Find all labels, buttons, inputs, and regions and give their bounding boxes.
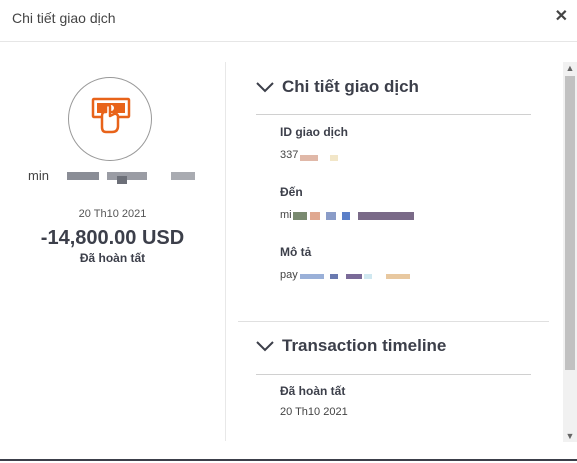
- timeline-status: Đã hoàn tất: [280, 384, 346, 398]
- dialog-header: Chi tiết giao dịch ✕: [0, 0, 577, 42]
- section-separator: [238, 321, 549, 322]
- account-name: min: [28, 168, 49, 183]
- description-label: Mô tả: [280, 245, 312, 259]
- bottom-border: [0, 459, 577, 461]
- scrollbar[interactable]: ▲ ▼: [563, 62, 577, 442]
- recipient-value: mi: [280, 209, 292, 221]
- cash-payment-icon: [91, 97, 131, 134]
- panel-divider: [225, 62, 226, 441]
- timeline-date: 20 Th10 2021: [280, 406, 348, 418]
- details-panel: Chi tiết giao dịch ID giao dịch 337 Đến …: [238, 42, 560, 442]
- transaction-date: 20 Th10 2021: [78, 208, 147, 220]
- scroll-down-icon[interactable]: ▼: [563, 430, 577, 442]
- close-icon[interactable]: ✕: [555, 9, 568, 25]
- section-header-timeline[interactable]: Transaction timeline: [238, 332, 538, 362]
- transaction-summary: min 20 Th10 2021 -14,800.00 USD Đã hoàn …: [0, 42, 225, 442]
- recipient-label: Đến: [280, 185, 303, 199]
- section-divider: [256, 374, 531, 375]
- section-divider: [256, 114, 531, 115]
- transaction-amount: -14,800.00 USD: [40, 227, 185, 249]
- section-header-details[interactable]: Chi tiết giao dịch: [238, 73, 538, 103]
- chevron-down-icon: [256, 341, 274, 352]
- dialog-title: Chi tiết giao dịch: [12, 10, 116, 26]
- timeline-section-title: Transaction timeline: [282, 336, 447, 355]
- description-value: pay: [280, 269, 298, 281]
- transaction-status: Đã hoàn tất: [79, 251, 146, 265]
- scroll-up-icon[interactable]: ▲: [563, 62, 577, 74]
- details-section-title: Chi tiết giao dịch: [282, 77, 419, 96]
- transaction-id-value: 337: [280, 149, 299, 161]
- transaction-id-label: ID giao dịch: [280, 125, 349, 139]
- transaction-icon-circle: [68, 77, 152, 161]
- scrollbar-thumb[interactable]: [565, 76, 575, 370]
- chevron-down-icon: [256, 82, 274, 93]
